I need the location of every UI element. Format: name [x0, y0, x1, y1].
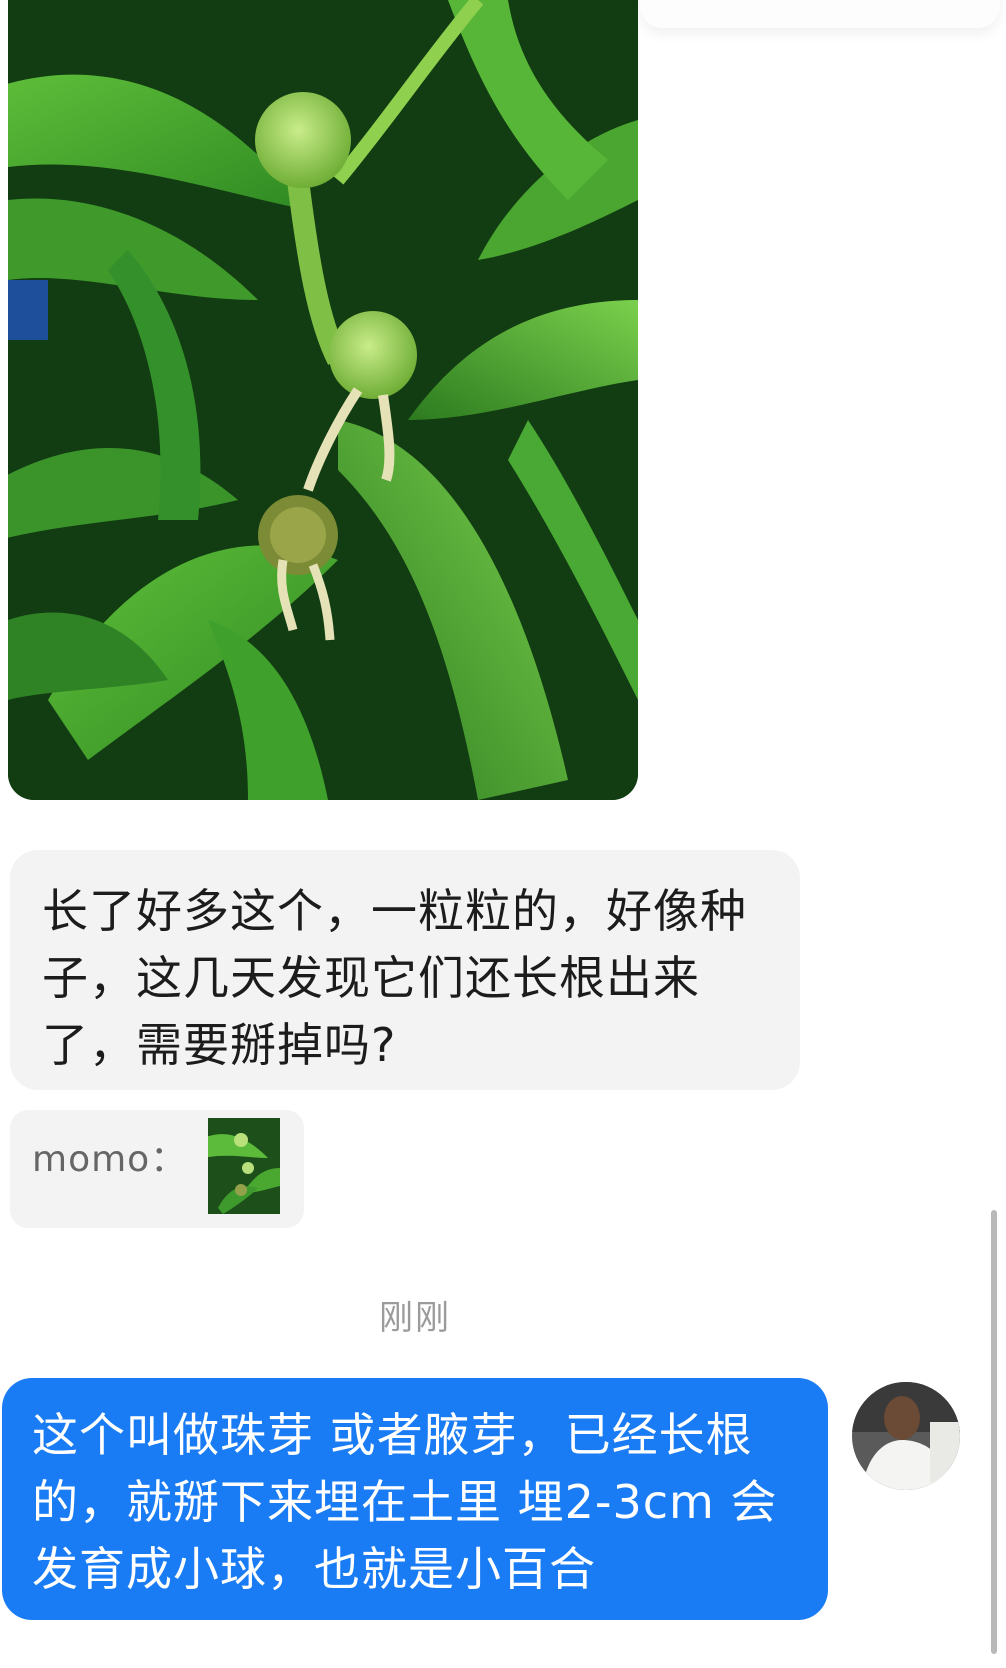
scrollbar[interactable] — [991, 1210, 997, 1654]
sent-message-bubble[interactable]: 这个叫做珠芽 或者腋芽，已经长根的，就掰下来埋在土里 埋2-3cm 会发育成小球… — [2, 1378, 828, 1620]
user-avatar-icon[interactable] — [852, 1382, 960, 1490]
previous-message-bubble — [640, 0, 1000, 28]
sent-message-text: 这个叫做珠芽 或者腋芽，已经长根的，就掰下来埋在土里 埋2-3cm 会发育成小球… — [32, 1408, 778, 1596]
image-message[interactable] — [8, 0, 638, 800]
avatar-image — [852, 1382, 960, 1490]
chat-window: 长了好多这个，一粒粒的，好像种子，这几天发现它们还长根出来了，需要掰掉吗? mo… — [0, 0, 1006, 1668]
plant-photo-icon — [8, 0, 638, 800]
quoted-sender-name: momo： — [32, 1139, 188, 1180]
received-message-bubble[interactable]: 长了好多这个，一粒粒的，好像种子，这几天发现它们还长根出来了，需要掰掉吗? — [10, 850, 800, 1090]
plant-photo-thumbnail-icon[interactable] — [208, 1118, 280, 1214]
quoted-message-card[interactable]: momo： — [10, 1110, 304, 1228]
received-message-text: 长了好多这个，一粒粒的，好像种子，这几天发现它们还长根出来了，需要掰掉吗? — [42, 884, 747, 1072]
message-timestamp: 刚刚 — [379, 1298, 451, 1338]
thumbnail-image — [208, 1118, 280, 1214]
